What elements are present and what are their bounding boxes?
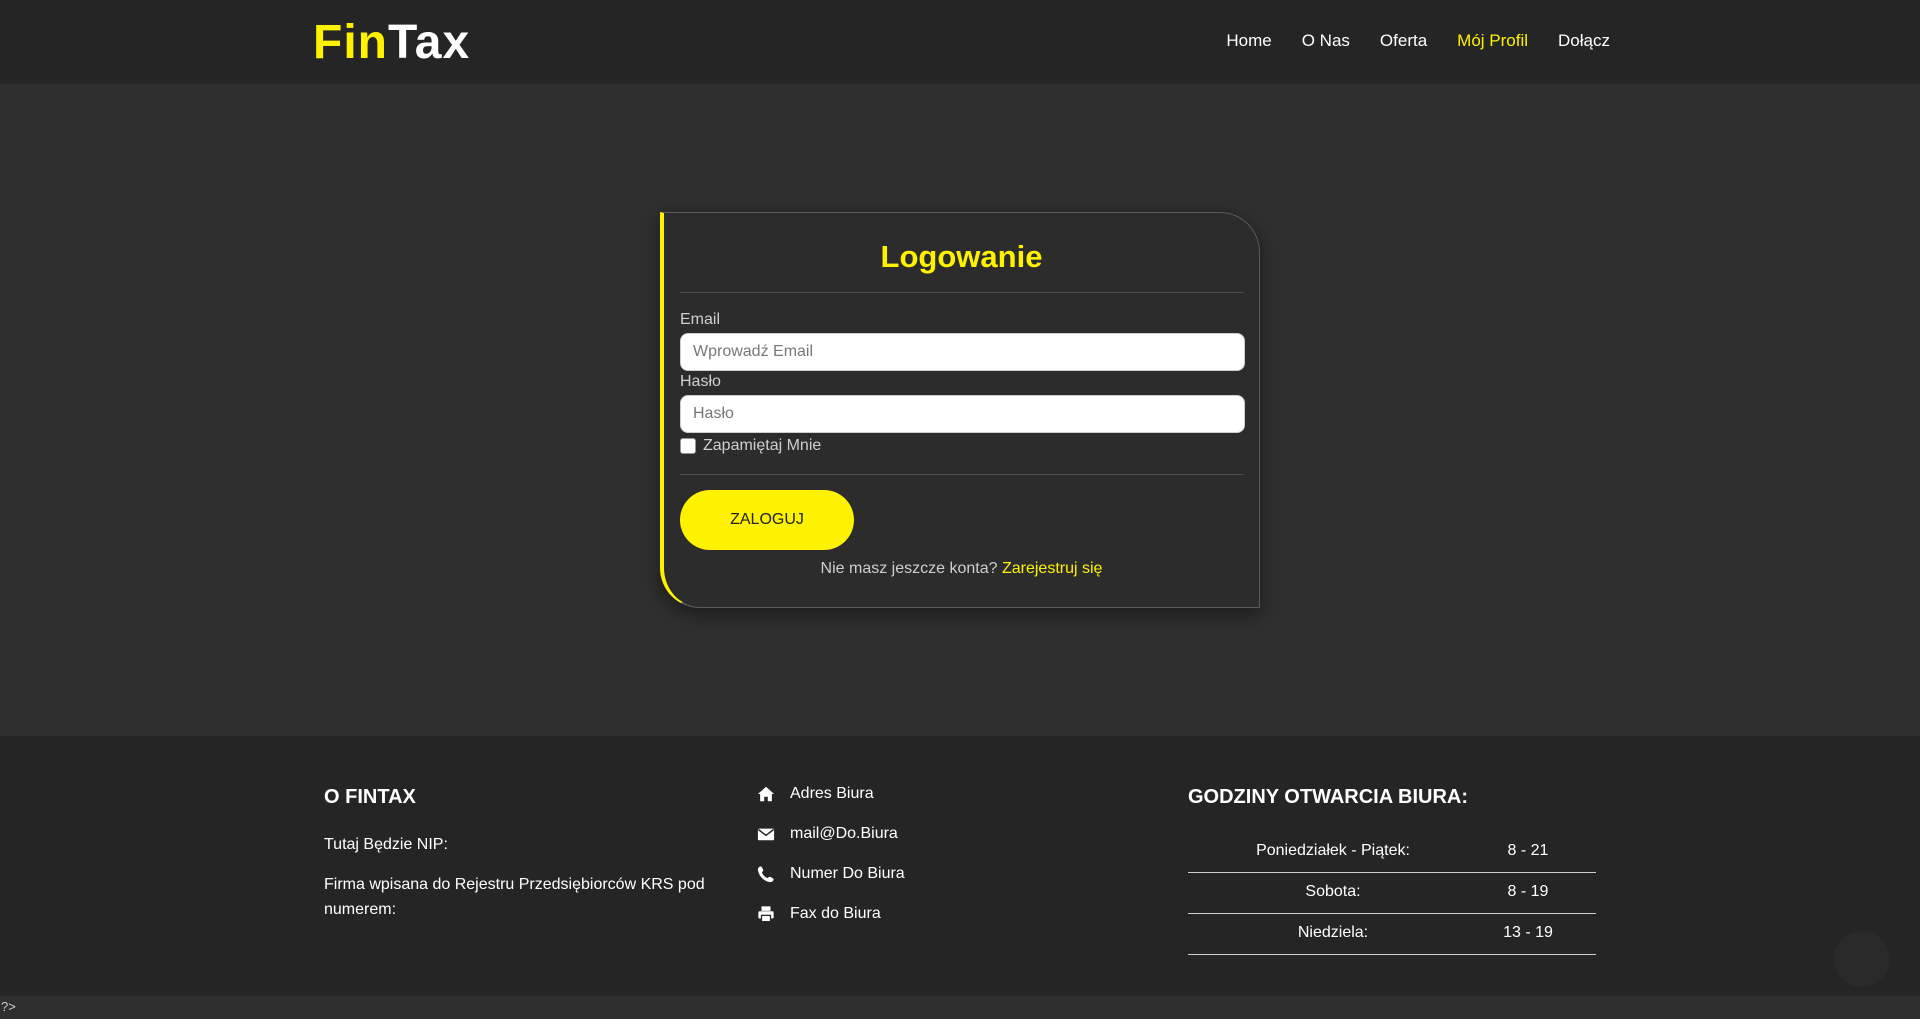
no-account-text: Nie masz jeszcze konta? — [820, 560, 998, 577]
nav-moj-profil[interactable]: Mój Profil — [1457, 30, 1528, 52]
nav-o-nas[interactable]: O Nas — [1302, 30, 1350, 52]
contact-phone-text: Numer Do Biura — [790, 865, 905, 882]
login-card: Logowanie Email Hasło Zapamiętaj Mnie ZA… — [660, 212, 1260, 608]
nav-dolacz[interactable]: Dołącz — [1558, 30, 1610, 52]
email-field[interactable] — [680, 333, 1245, 371]
register-prompt: Nie masz jeszcze konta? Zarejestruj się — [664, 560, 1259, 578]
footer: O FINTAX Tutaj Będzie NIP: Firma wpisana… — [0, 736, 1920, 996]
hours-time: 8 - 21 — [1507, 842, 1549, 859]
krs-text: Firma wpisana do Rejestru Przedsiębiorcó… — [324, 876, 705, 918]
nav-home[interactable]: Home — [1226, 30, 1271, 52]
contact-address[interactable]: Adres Biura — [757, 785, 874, 803]
contact-fax-text: Fax do Biura — [790, 905, 881, 922]
contact-phone[interactable]: Numer Do Biura — [757, 865, 905, 883]
remember-checkbox[interactable] — [680, 438, 696, 454]
hours-day: Niedziela: — [1297, 924, 1369, 941]
bottom-bar: ?> — [0, 996, 1920, 1019]
logo-tax: Tax — [387, 16, 471, 69]
phone-icon — [757, 866, 774, 883]
form-divider — [680, 474, 1244, 475]
remember-me: Zapamiętaj Mnie — [680, 437, 821, 455]
hours-time: 13 - 19 — [1503, 924, 1553, 941]
contact-email[interactable]: mail@Do.Biura — [757, 825, 898, 843]
login-button[interactable]: ZALOGUJ — [680, 490, 854, 550]
home-icon — [757, 786, 775, 802]
about-heading: O FINTAX — [324, 786, 416, 808]
fintax-logo[interactable]: FinTax — [313, 15, 470, 71]
hours-day: Poniedziałek - Piątek: — [1256, 842, 1410, 859]
hours-row: Sobota: 8 - 19 — [1188, 873, 1596, 914]
hours-row: Niedziela: 13 - 19 — [1188, 914, 1596, 955]
password-field[interactable] — [680, 395, 1245, 433]
contact-address-text: Adres Biura — [790, 785, 874, 802]
printer-icon — [758, 906, 774, 923]
contact-email-text: mail@Do.Biura — [790, 825, 898, 842]
envelope-icon — [757, 828, 775, 841]
email-label: Email — [680, 311, 721, 328]
password-label: Hasło — [680, 373, 721, 390]
remember-label: Zapamiętaj Mnie — [703, 437, 822, 454]
nip-text: Tutaj Będzie NIP: — [324, 836, 448, 853]
hours-day: Sobota: — [1305, 883, 1361, 900]
nav-links: Home O Nas Oferta Mój Profil Dołącz — [1196, 30, 1610, 52]
hours-time: 8 - 19 — [1507, 883, 1549, 900]
nav-oferta[interactable]: Oferta — [1380, 30, 1427, 52]
title-divider — [680, 292, 1244, 293]
hours-row: Poniedziałek - Piątek: 8 - 21 — [1188, 832, 1596, 873]
contact-fax[interactable]: Fax do Biura — [757, 905, 881, 923]
register-link[interactable]: Zarejestruj się — [1002, 560, 1102, 577]
login-title: Logowanie — [880, 239, 1043, 274]
bottom-text: ?> — [1, 999, 16, 1014]
navbar: FinTax Home O Nas Oferta Mój Profil Dołą… — [0, 0, 1920, 84]
logo-fin: Fin — [313, 16, 388, 69]
scroll-to-top-button[interactable] — [1834, 931, 1890, 987]
hours-heading: GODZINY OTWARCIA BIURA: — [1188, 786, 1468, 808]
